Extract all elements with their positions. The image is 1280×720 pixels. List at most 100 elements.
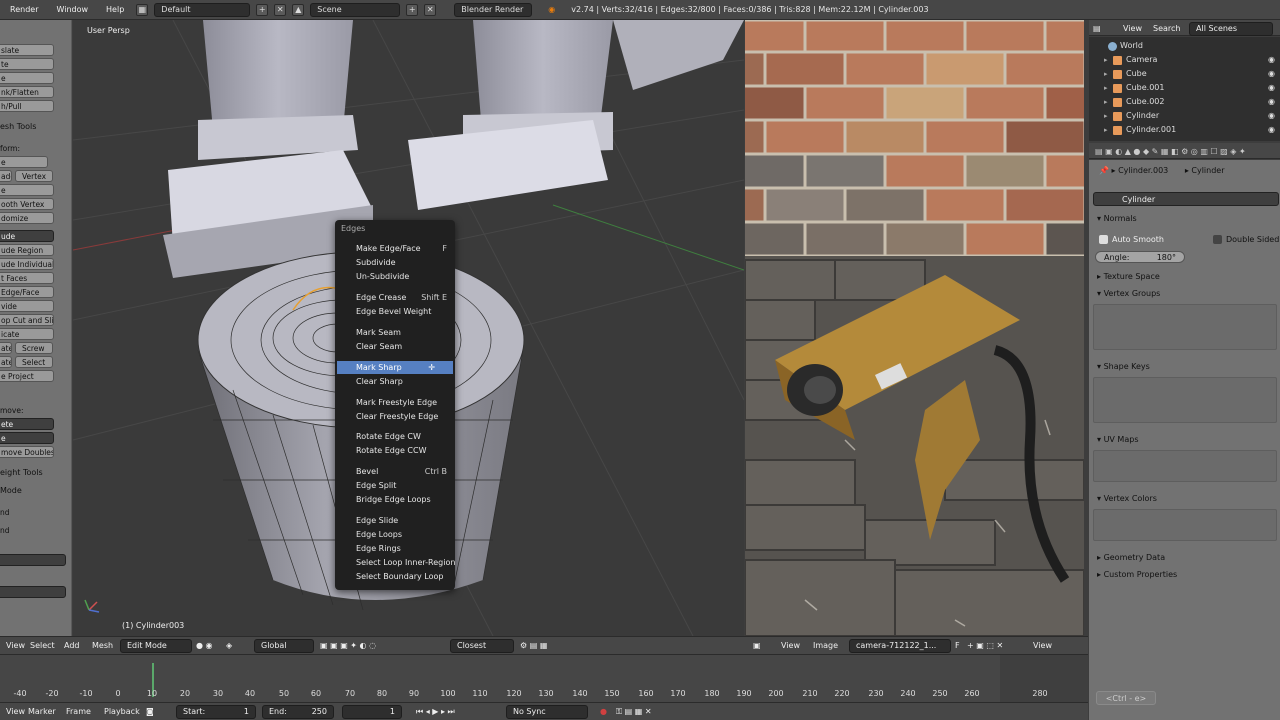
start-frame-field[interactable]: Start: 1 <box>176 705 256 719</box>
outliner-scenes-select[interactable]: All Scenes <box>1189 22 1273 36</box>
timeline-view-menu[interactable]: View <box>6 705 25 719</box>
tool-select[interactable]: Select <box>15 356 53 368</box>
operator-dropdown-2[interactable] <box>0 586 66 598</box>
tool-vertex[interactable]: Vertex <box>15 170 53 182</box>
timeline-marker-menu[interactable]: Marker <box>28 705 56 719</box>
menu-item-subdivide[interactable]: Subdivide <box>337 256 453 269</box>
menu-render[interactable]: Render <box>4 5 44 14</box>
visibility-eye-icon[interactable]: ◉ <box>1268 67 1275 81</box>
tool-shade-edge[interactable]: ade Ed <box>0 170 12 182</box>
panel-normals[interactable]: ▾ Normals <box>1093 212 1279 226</box>
outliner-row-world[interactable]: World <box>1089 39 1280 53</box>
visibility-eye-icon[interactable]: ◉ <box>1268 123 1275 137</box>
snap-target-select[interactable]: Closest <box>450 639 514 653</box>
tool-subdivide[interactable]: vide <box>0 300 54 312</box>
outliner-row-cylinder-001[interactable]: ▸ Cylinder.001 ◉ <box>1089 123 1280 137</box>
tool-make-edge-face[interactable]: Edge/Face <box>0 286 54 298</box>
mesh-menu[interactable]: Mesh <box>92 639 113 653</box>
expand-icon[interactable]: ▸ <box>1104 109 1108 123</box>
panel-vertex-colors[interactable]: ▾ Vertex Colors <box>1093 492 1279 506</box>
outliner-search-menu[interactable]: Search <box>1153 22 1180 36</box>
mesh-datablock-field[interactable]: Cylinder <box>1093 192 1279 206</box>
tool-rotate[interactable]: te <box>0 58 54 70</box>
menu-item-mark-seam[interactable]: Mark Seam <box>337 326 453 339</box>
record-icon[interactable]: ● <box>600 705 607 719</box>
menu-item-make-edge-face[interactable]: Make Edge/Face F <box>337 242 453 255</box>
image-view-menu-2[interactable]: View <box>1033 639 1052 653</box>
tool-extrude-region[interactable]: ude Region <box>0 244 54 256</box>
scene-field[interactable]: Scene <box>310 2 401 17</box>
tool-extrude-individual[interactable]: ude Individual <box>0 258 54 270</box>
properties-tab-icons[interactable]: ▤ ▣ ◐ ▲ ● ◆ ✎ ▦ ◧ ⚙ ◎ ▥ ☐ ▨ ◈ ✦ <box>1095 145 1246 159</box>
tool-slide[interactable]: e <box>0 156 48 168</box>
panel-geometry-data[interactable]: ▸ Geometry Data <box>1093 551 1279 565</box>
menu-item-edge-rings[interactable]: Edge Rings <box>337 542 453 555</box>
tool-randomize[interactable]: domize <box>0 212 54 224</box>
tool-screw[interactable]: Screw <box>15 342 53 354</box>
tool-duplicate[interactable]: icate <box>0 328 54 340</box>
menu-item-select-loop-inner-region[interactable]: Select Loop Inner-Region <box>337 556 455 569</box>
menu-help[interactable]: Help <box>100 5 130 14</box>
menu-item-rotate-edge-ccw[interactable]: Rotate Edge CCW <box>337 444 453 457</box>
menu-item-clear-freestyle-edge[interactable]: Clear Freestyle Edge <box>337 410 453 423</box>
menu-item-edge-bevel-weight[interactable]: Edge Bevel Weight <box>337 305 453 318</box>
editor-type-icon[interactable]: ▤ <box>1093 22 1101 36</box>
mode-select[interactable]: Edit Mode <box>120 639 192 653</box>
auto-smooth-checkbox[interactable]: Auto Smooth <box>1099 235 1179 244</box>
vertex-groups-list[interactable] <box>1093 304 1277 350</box>
tool-translate[interactable]: slate <box>0 44 54 56</box>
tool-knife-project[interactable]: e Project <box>0 370 54 382</box>
shading-icon[interactable]: ● ◉ <box>196 639 213 653</box>
scene-icon[interactable]: ▲ <box>292 3 305 16</box>
menu-item-mark-freestyle-edge[interactable]: Mark Freestyle Edge <box>337 396 453 409</box>
expand-icon[interactable]: ▸ <box>1104 67 1108 81</box>
extrude-dropdown[interactable]: ude <box>0 230 54 242</box>
menu-item-un-subdivide[interactable]: Un-Subdivide <box>337 270 453 283</box>
merge-dropdown[interactable]: e <box>0 432 54 444</box>
outliner-row-cube-002[interactable]: ▸ Cube.002 ◉ <box>1089 95 1280 109</box>
current-frame-field[interactable]: 1 <box>342 705 402 719</box>
tool-smooth-vertex[interactable]: ooth Vertex <box>0 198 54 210</box>
timeline[interactable]: -40 -20 -10 0 10 20 30 40 50 60 70 80 90 100 110 120 130… <box>0 654 1088 702</box>
expand-icon[interactable]: ▸ <box>1104 53 1108 67</box>
menu-window[interactable]: Window <box>50 5 94 14</box>
outliner-row-cube[interactable]: ▸ Cube ◉ <box>1089 67 1280 81</box>
keying-icons[interactable]: ⚿ ▤ ▦ ✕ <box>616 705 652 719</box>
playback-controls-icons[interactable]: ⏮ ◂ ▶ ▸ ⏭ <box>416 705 455 719</box>
menu-item-bevel[interactable]: Bevel Ctrl B <box>337 465 453 478</box>
add-layout-icon[interactable]: + <box>256 3 269 16</box>
shape-keys-list[interactable] <box>1093 377 1277 423</box>
panel-custom-properties[interactable]: ▸ Custom Properties <box>1093 568 1279 582</box>
add-menu[interactable]: Add <box>64 639 80 653</box>
visibility-eye-icon[interactable]: ◉ <box>1268 95 1275 109</box>
menu-item-clear-sharp[interactable]: Clear Sharp <box>337 375 453 388</box>
screen-layout-field[interactable]: Default <box>154 2 251 17</box>
outliner-row-cylinder[interactable]: ▸ Cylinder ◉ <box>1089 109 1280 123</box>
remove-scene-icon[interactable]: ✕ <box>424 3 437 16</box>
add-scene-icon[interactable]: + <box>406 3 419 16</box>
tool-shrink-flatten[interactable]: nk/Flatten <box>0 86 54 98</box>
sync-mode-select[interactable]: No Sync <box>506 705 588 719</box>
image-menu[interactable]: Image <box>813 639 838 653</box>
vertex-colors-list[interactable] <box>1093 509 1277 541</box>
tool-noise[interactable]: e <box>0 184 54 196</box>
select-mode-icons[interactable]: ▣ ▣ ▣ ✦ ◐ ◌ <box>320 639 376 653</box>
menu-item-edge-loops[interactable]: Edge Loops <box>337 528 453 541</box>
image-editor-canvas[interactable] <box>745 20 1084 636</box>
pin-icon[interactable]: 📌 ▸ <box>1099 166 1118 175</box>
timeline-playback-menu[interactable]: Playback <box>104 705 140 719</box>
screen-layout-icon[interactable]: ▦ <box>136 3 149 16</box>
panel-texture-space[interactable]: ▸ Texture Space <box>1093 270 1279 284</box>
delete-dropdown[interactable]: ete <box>0 418 54 430</box>
visibility-eye-icon[interactable]: ◉ <box>1268 109 1275 123</box>
expand-icon[interactable]: ▸ <box>1104 123 1108 137</box>
timeline-frame-menu[interactable]: Frame <box>66 705 91 719</box>
view-menu[interactable]: View <box>6 639 25 653</box>
image-datablock-field[interactable]: camera-712122_1... <box>849 639 951 653</box>
end-frame-field[interactable]: End: 250 <box>262 705 334 719</box>
panel-vertex-groups[interactable]: ▾ Vertex Groups <box>1093 287 1279 301</box>
tool-inset-faces[interactable]: t Faces <box>0 272 54 284</box>
tool-remove-doubles[interactable]: move Doubles <box>0 446 54 458</box>
menu-item-mark-sharp[interactable]: Mark Sharp ✛ <box>337 361 453 374</box>
select-menu[interactable]: Select <box>30 639 55 653</box>
